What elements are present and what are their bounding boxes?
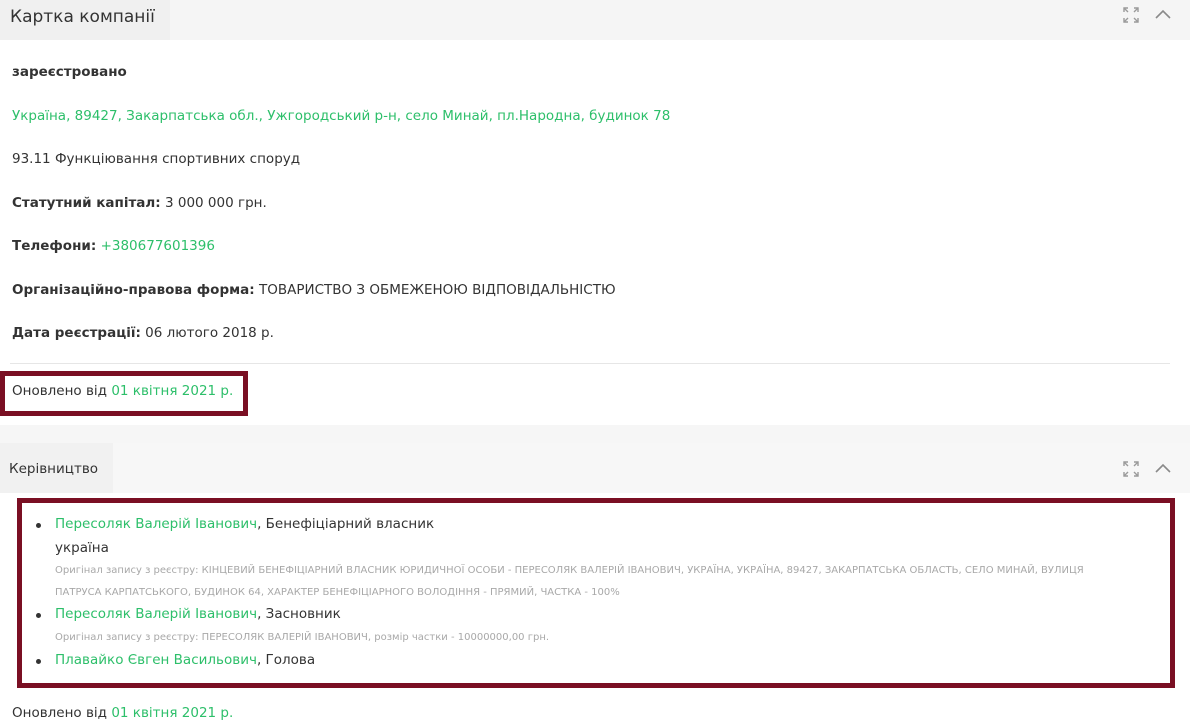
address-link[interactable]: Україна, 89427, Закарпатська обл., Ужгор… — [12, 108, 670, 124]
reg-date-row: Дата реєстрації: 06 лютого 2018 р. — [12, 325, 274, 341]
status-text: зареєстровано — [12, 64, 127, 80]
highlight-box-updated — [0, 371, 248, 416]
activity-text: 93.11 Функціювання спортивних споруд — [12, 151, 301, 167]
phones-label: Телефони: — [12, 238, 97, 254]
divider — [10, 363, 1170, 364]
capital-row: Статутний капітал: 3 000 000 грн. — [12, 195, 267, 211]
legal-form-value: ТОВАРИСТВО З ОБМЕЖЕНОЮ ВІДПОВІДАЛЬНІСТЮ — [258, 282, 616, 298]
updated-date-link[interactable]: 01 квітня 2021 р. — [111, 705, 233, 721]
company-card-header: Картка компанії — [0, 0, 1190, 40]
chevron-up-icon[interactable] — [1154, 460, 1172, 478]
capital-label: Статутний капітал: — [12, 195, 161, 211]
reg-date-value: 06 лютого 2018 р. — [145, 325, 274, 341]
phones-row: Телефони: +380677601396 — [12, 238, 215, 254]
phone-link[interactable]: +380677601396 — [101, 238, 215, 254]
legal-form-label: Організаційно-правова форма: — [12, 282, 255, 298]
company-card-title: Картка компанії — [0, 0, 170, 40]
legal-form-row: Організаційно-правова форма: ТОВАРИСТВО … — [12, 282, 616, 298]
reg-date-label: Дата реєстрації: — [12, 325, 141, 341]
expand-icon[interactable] — [1122, 6, 1140, 24]
section-gap — [0, 425, 1190, 443]
management-header: Керівництво — [0, 443, 1190, 493]
highlight-box-management — [17, 498, 1175, 688]
management-updated-row: Оновлено від 01 квітня 2021 р. — [12, 705, 233, 721]
updated-prefix: Оновлено від — [12, 705, 108, 721]
management-title: Керівництво — [0, 443, 113, 493]
expand-icon[interactable] — [1122, 460, 1140, 478]
chevron-up-icon[interactable] — [1154, 6, 1172, 24]
capital-value: 3 000 000 грн. — [164, 195, 267, 211]
